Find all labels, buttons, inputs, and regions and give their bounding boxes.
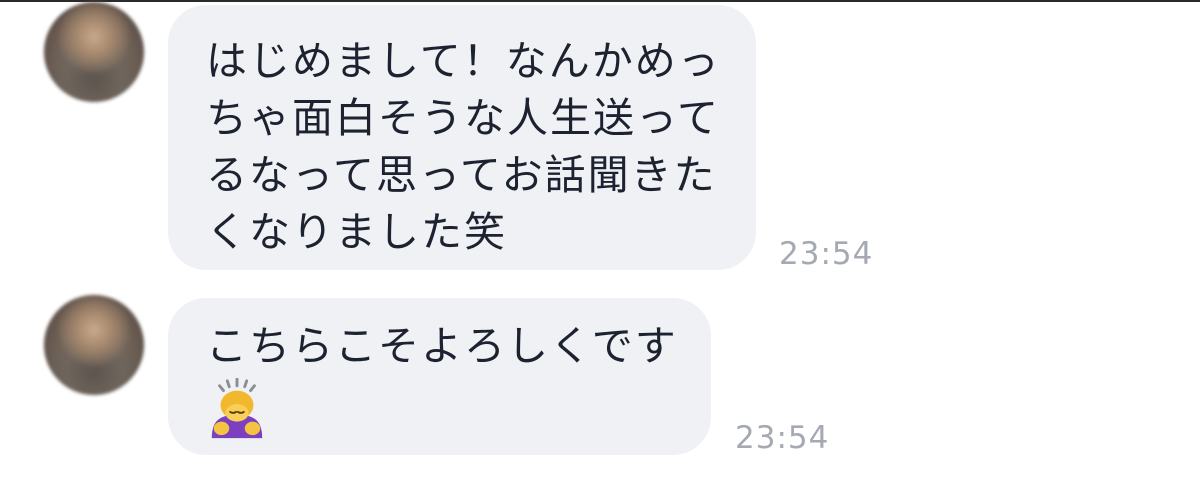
message-text-line: こちらこそよろしくです [206,322,678,370]
top-divider [0,0,1200,2]
person-bowing-icon [211,378,263,439]
message-timestamp: 23:54 [735,420,830,456]
message-bubble[interactable]: こちらこそよろしくです [168,298,711,455]
message-text-line: くなりました笑 [206,208,507,256]
message-text-line: はじめまして！なんかめっ [206,37,721,85]
message-text-line: るなって思ってお話聞きた [206,151,717,199]
avatar[interactable] [44,295,144,395]
message-text-line: ちゃ面白そうな人生送って [206,94,720,142]
message-bubble[interactable]: はじめまして！なんかめっ ちゃ面白そうな人生送って るなって思ってお話聞きた く… [168,5,756,270]
message-timestamp: 23:54 [779,236,874,272]
avatar[interactable] [44,2,144,102]
